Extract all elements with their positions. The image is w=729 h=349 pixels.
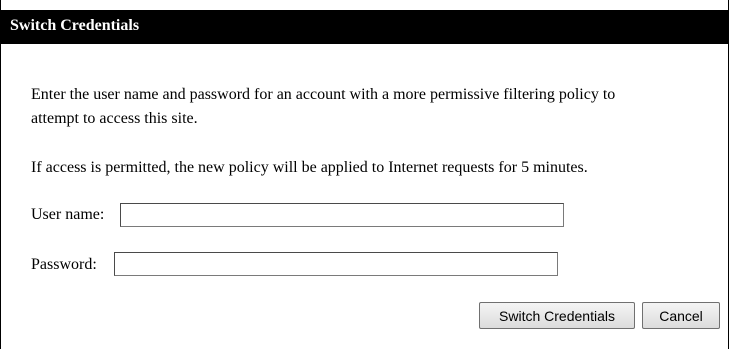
password-label: Password: (31, 256, 97, 273)
instructions-text-line-2: attempt to access this site. (31, 110, 198, 127)
dialog-title: Switch Credentials (10, 17, 140, 34)
password-input[interactable] (114, 252, 558, 276)
policy-duration-text: If access is permitted, the new policy w… (31, 159, 588, 176)
username-input[interactable] (120, 203, 564, 227)
cancel-button[interactable]: Cancel (642, 302, 720, 329)
instructions-text-line-1: Enter the user name and password for an … (31, 86, 616, 103)
username-label: User name: (31, 206, 105, 223)
title-bar: Switch Credentials (1, 10, 729, 44)
switch-credentials-dialog: Switch Credentials Enter the user name a… (0, 0, 729, 349)
switch-credentials-button[interactable]: Switch Credentials (479, 302, 635, 329)
